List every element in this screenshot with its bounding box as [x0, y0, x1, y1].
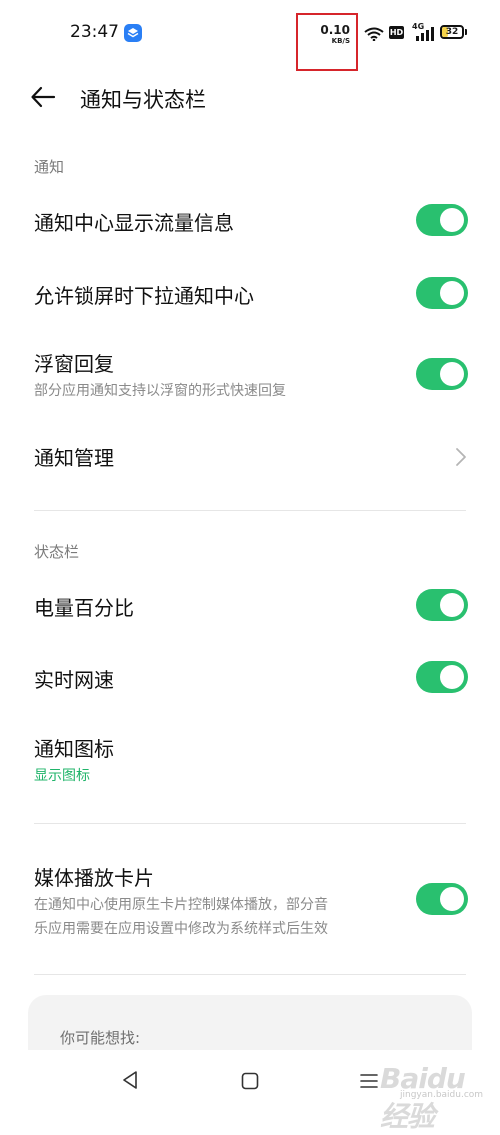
row-notification-icons-value: 显示图标: [34, 768, 90, 784]
row-traffic-info-title[interactable]: 通知中心显示流量信息: [34, 207, 234, 236]
row-media-card-title[interactable]: 媒体播放卡片: [34, 862, 154, 891]
row-floating-reply-title[interactable]: 浮窗回复: [34, 348, 114, 377]
battery-tip: [465, 29, 467, 35]
toggle-knob: [440, 362, 464, 386]
toggle-realtime-speed[interactable]: [416, 661, 468, 693]
chevron-right-icon[interactable]: [454, 446, 468, 472]
wifi-icon: [364, 26, 384, 45]
status-time: 23:47: [70, 22, 119, 42]
row-battery-percentage-title[interactable]: 电量百分比: [34, 592, 134, 621]
toggle-traffic-info[interactable]: [416, 204, 468, 236]
net-speed-unit: KB/S: [331, 37, 350, 45]
toggle-media-card[interactable]: [416, 883, 468, 915]
toggle-lockscreen-pulldown[interactable]: [416, 277, 468, 309]
toggle-floating-reply[interactable]: [416, 358, 468, 390]
toggle-knob: [440, 593, 464, 617]
row-notification-icons-title[interactable]: 通知图标: [34, 733, 114, 762]
signal-icon: [412, 26, 434, 45]
divider: [34, 823, 466, 824]
hd-badge: HD: [389, 26, 404, 39]
divider: [34, 974, 466, 975]
back-button[interactable]: [30, 84, 56, 114]
toggle-battery-percentage[interactable]: [416, 589, 468, 621]
nav-back-button[interactable]: [121, 1070, 139, 1094]
menu-lines-icon: [360, 1074, 378, 1088]
row-realtime-speed-title[interactable]: 实时网速: [34, 664, 114, 693]
row-notification-management-title[interactable]: 通知管理: [34, 442, 114, 471]
row-lockscreen-pulldown-title[interactable]: 允许锁屏时下拉通知中心: [34, 280, 254, 309]
app-notification-icon: [124, 24, 142, 42]
battery-level: 32: [445, 27, 459, 37]
row-floating-reply-subtitle: 部分应用通知支持以浮窗的形式快速回复: [34, 383, 286, 399]
divider: [34, 510, 466, 511]
nav-recents-button[interactable]: [359, 1072, 379, 1094]
toggle-knob: [440, 887, 464, 911]
net-speed-value: 0.10: [320, 23, 350, 37]
toggle-knob: [440, 208, 464, 232]
battery-icon: 32: [440, 25, 464, 39]
toggle-knob: [440, 665, 464, 689]
net-speed-highlight: 0.10 KB/S: [296, 13, 358, 71]
triangle-back-icon: [123, 1071, 137, 1089]
square-home-icon: [241, 1072, 259, 1090]
toggle-knob: [440, 281, 464, 305]
row-media-card-subtitle-line1: 在通知中心使用原生卡片控制媒体播放，部分音: [34, 897, 328, 913]
section-title-notifications: 通知: [34, 158, 65, 176]
section-title-status-bar: 状态栏: [34, 543, 80, 561]
suggestions-title: 你可能想找:: [60, 1029, 141, 1047]
nav-home-button[interactable]: [241, 1072, 259, 1094]
page-title: 通知与状态栏: [80, 88, 206, 112]
back-arrow-icon: [31, 86, 56, 108]
row-media-card-subtitle-line2: 乐应用需要在应用设置中修改为系统样式后生效: [34, 921, 328, 937]
watermark-url: jingyan.baidu.com: [400, 1090, 484, 1100]
